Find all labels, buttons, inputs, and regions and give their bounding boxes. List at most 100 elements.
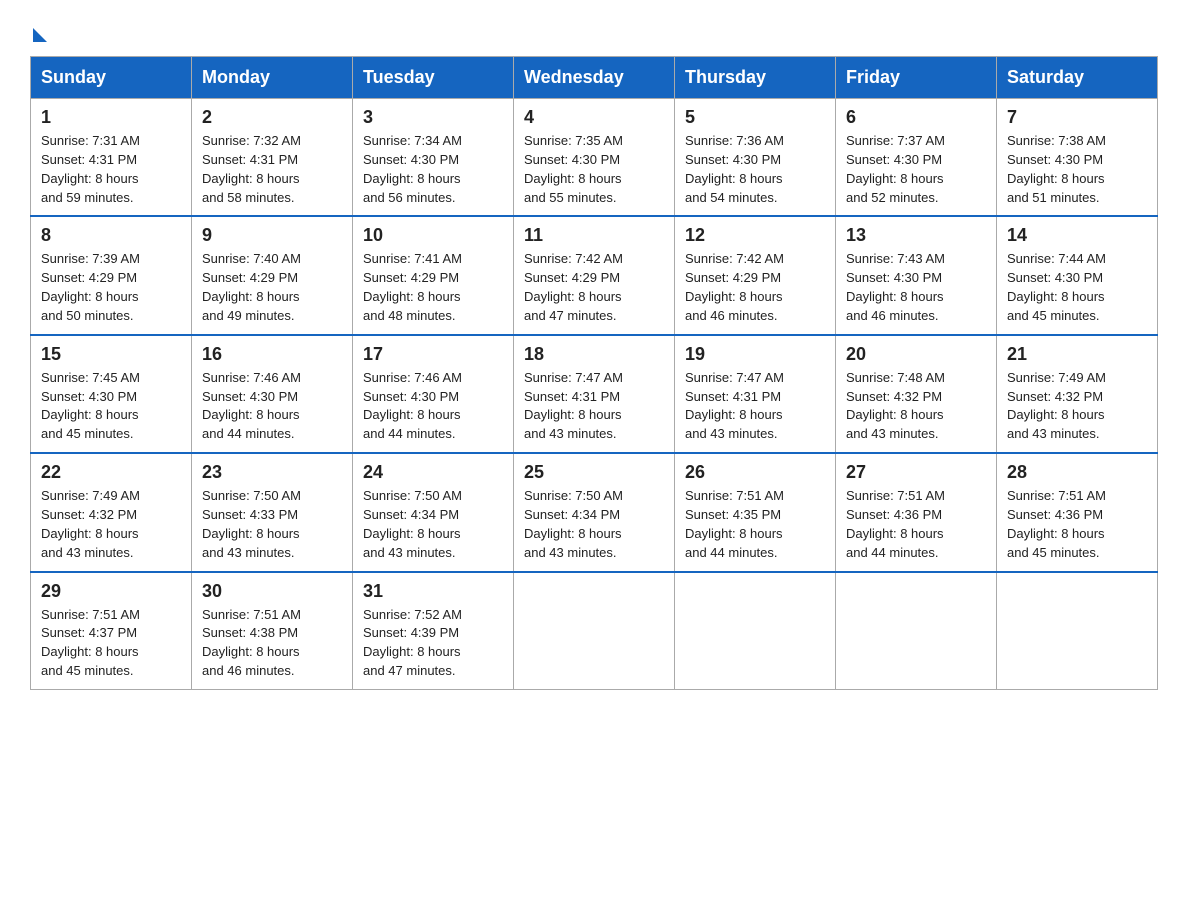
day-number: 8 [41, 225, 181, 246]
calendar-cell: 11 Sunrise: 7:42 AMSunset: 4:29 PMDaylig… [514, 216, 675, 334]
day-info: Sunrise: 7:41 AMSunset: 4:29 PMDaylight:… [363, 250, 503, 325]
calendar-cell: 2 Sunrise: 7:32 AMSunset: 4:31 PMDayligh… [192, 99, 353, 217]
calendar-cell: 31 Sunrise: 7:52 AMSunset: 4:39 PMDaylig… [353, 572, 514, 690]
header-monday: Monday [192, 57, 353, 99]
day-info: Sunrise: 7:50 AMSunset: 4:34 PMDaylight:… [524, 487, 664, 562]
header-wednesday: Wednesday [514, 57, 675, 99]
calendar-cell [997, 572, 1158, 690]
day-number: 10 [363, 225, 503, 246]
calendar-table: Sunday Monday Tuesday Wednesday Thursday… [30, 56, 1158, 690]
day-info: Sunrise: 7:42 AMSunset: 4:29 PMDaylight:… [524, 250, 664, 325]
day-number: 21 [1007, 344, 1147, 365]
day-number: 29 [41, 581, 181, 602]
day-info: Sunrise: 7:47 AMSunset: 4:31 PMDaylight:… [524, 369, 664, 444]
day-number: 26 [685, 462, 825, 483]
day-info: Sunrise: 7:52 AMSunset: 4:39 PMDaylight:… [363, 606, 503, 681]
calendar-cell: 16 Sunrise: 7:46 AMSunset: 4:30 PMDaylig… [192, 335, 353, 453]
day-number: 14 [1007, 225, 1147, 246]
calendar-cell: 4 Sunrise: 7:35 AMSunset: 4:30 PMDayligh… [514, 99, 675, 217]
calendar-cell: 5 Sunrise: 7:36 AMSunset: 4:30 PMDayligh… [675, 99, 836, 217]
day-info: Sunrise: 7:34 AMSunset: 4:30 PMDaylight:… [363, 132, 503, 207]
day-info: Sunrise: 7:51 AMSunset: 4:37 PMDaylight:… [41, 606, 181, 681]
calendar-cell: 21 Sunrise: 7:49 AMSunset: 4:32 PMDaylig… [997, 335, 1158, 453]
calendar-cell: 7 Sunrise: 7:38 AMSunset: 4:30 PMDayligh… [997, 99, 1158, 217]
calendar-cell: 27 Sunrise: 7:51 AMSunset: 4:36 PMDaylig… [836, 453, 997, 571]
calendar-cell: 9 Sunrise: 7:40 AMSunset: 4:29 PMDayligh… [192, 216, 353, 334]
day-number: 31 [363, 581, 503, 602]
day-info: Sunrise: 7:48 AMSunset: 4:32 PMDaylight:… [846, 369, 986, 444]
calendar-week-4: 22 Sunrise: 7:49 AMSunset: 4:32 PMDaylig… [31, 453, 1158, 571]
day-info: Sunrise: 7:50 AMSunset: 4:33 PMDaylight:… [202, 487, 342, 562]
calendar-cell: 15 Sunrise: 7:45 AMSunset: 4:30 PMDaylig… [31, 335, 192, 453]
header-saturday: Saturday [997, 57, 1158, 99]
day-number: 11 [524, 225, 664, 246]
day-number: 27 [846, 462, 986, 483]
day-info: Sunrise: 7:31 AMSunset: 4:31 PMDaylight:… [41, 132, 181, 207]
day-info: Sunrise: 7:35 AMSunset: 4:30 PMDaylight:… [524, 132, 664, 207]
day-info: Sunrise: 7:43 AMSunset: 4:30 PMDaylight:… [846, 250, 986, 325]
day-info: Sunrise: 7:42 AMSunset: 4:29 PMDaylight:… [685, 250, 825, 325]
calendar-cell: 20 Sunrise: 7:48 AMSunset: 4:32 PMDaylig… [836, 335, 997, 453]
day-number: 12 [685, 225, 825, 246]
day-number: 7 [1007, 107, 1147, 128]
calendar-cell: 14 Sunrise: 7:44 AMSunset: 4:30 PMDaylig… [997, 216, 1158, 334]
page-header [30, 20, 1158, 36]
day-info: Sunrise: 7:46 AMSunset: 4:30 PMDaylight:… [202, 369, 342, 444]
logo-arrow-icon [33, 28, 47, 42]
day-number: 6 [846, 107, 986, 128]
calendar-cell: 24 Sunrise: 7:50 AMSunset: 4:34 PMDaylig… [353, 453, 514, 571]
calendar-body: 1 Sunrise: 7:31 AMSunset: 4:31 PMDayligh… [31, 99, 1158, 690]
day-info: Sunrise: 7:51 AMSunset: 4:36 PMDaylight:… [846, 487, 986, 562]
calendar-cell [514, 572, 675, 690]
calendar-cell: 6 Sunrise: 7:37 AMSunset: 4:30 PMDayligh… [836, 99, 997, 217]
calendar-cell: 18 Sunrise: 7:47 AMSunset: 4:31 PMDaylig… [514, 335, 675, 453]
logo [30, 20, 47, 36]
day-info: Sunrise: 7:40 AMSunset: 4:29 PMDaylight:… [202, 250, 342, 325]
header-sunday: Sunday [31, 57, 192, 99]
day-number: 19 [685, 344, 825, 365]
day-info: Sunrise: 7:44 AMSunset: 4:30 PMDaylight:… [1007, 250, 1147, 325]
day-number: 15 [41, 344, 181, 365]
calendar-cell: 10 Sunrise: 7:41 AMSunset: 4:29 PMDaylig… [353, 216, 514, 334]
calendar-cell [675, 572, 836, 690]
header-tuesday: Tuesday [353, 57, 514, 99]
day-info: Sunrise: 7:47 AMSunset: 4:31 PMDaylight:… [685, 369, 825, 444]
day-info: Sunrise: 7:51 AMSunset: 4:38 PMDaylight:… [202, 606, 342, 681]
day-number: 4 [524, 107, 664, 128]
day-number: 20 [846, 344, 986, 365]
day-number: 30 [202, 581, 342, 602]
calendar-week-3: 15 Sunrise: 7:45 AMSunset: 4:30 PMDaylig… [31, 335, 1158, 453]
calendar-header: Sunday Monday Tuesday Wednesday Thursday… [31, 57, 1158, 99]
day-info: Sunrise: 7:45 AMSunset: 4:30 PMDaylight:… [41, 369, 181, 444]
calendar-cell: 29 Sunrise: 7:51 AMSunset: 4:37 PMDaylig… [31, 572, 192, 690]
day-number: 13 [846, 225, 986, 246]
header-thursday: Thursday [675, 57, 836, 99]
calendar-cell: 22 Sunrise: 7:49 AMSunset: 4:32 PMDaylig… [31, 453, 192, 571]
day-info: Sunrise: 7:51 AMSunset: 4:35 PMDaylight:… [685, 487, 825, 562]
day-number: 28 [1007, 462, 1147, 483]
calendar-cell: 8 Sunrise: 7:39 AMSunset: 4:29 PMDayligh… [31, 216, 192, 334]
day-number: 22 [41, 462, 181, 483]
calendar-cell [836, 572, 997, 690]
calendar-cell: 19 Sunrise: 7:47 AMSunset: 4:31 PMDaylig… [675, 335, 836, 453]
day-number: 3 [363, 107, 503, 128]
calendar-cell: 25 Sunrise: 7:50 AMSunset: 4:34 PMDaylig… [514, 453, 675, 571]
header-row: Sunday Monday Tuesday Wednesday Thursday… [31, 57, 1158, 99]
day-number: 23 [202, 462, 342, 483]
day-info: Sunrise: 7:38 AMSunset: 4:30 PMDaylight:… [1007, 132, 1147, 207]
day-info: Sunrise: 7:37 AMSunset: 4:30 PMDaylight:… [846, 132, 986, 207]
calendar-cell: 12 Sunrise: 7:42 AMSunset: 4:29 PMDaylig… [675, 216, 836, 334]
calendar-cell: 1 Sunrise: 7:31 AMSunset: 4:31 PMDayligh… [31, 99, 192, 217]
calendar-cell: 23 Sunrise: 7:50 AMSunset: 4:33 PMDaylig… [192, 453, 353, 571]
calendar-cell: 28 Sunrise: 7:51 AMSunset: 4:36 PMDaylig… [997, 453, 1158, 571]
day-number: 5 [685, 107, 825, 128]
calendar-cell: 3 Sunrise: 7:34 AMSunset: 4:30 PMDayligh… [353, 99, 514, 217]
day-number: 25 [524, 462, 664, 483]
calendar-cell: 30 Sunrise: 7:51 AMSunset: 4:38 PMDaylig… [192, 572, 353, 690]
calendar-week-5: 29 Sunrise: 7:51 AMSunset: 4:37 PMDaylig… [31, 572, 1158, 690]
day-info: Sunrise: 7:51 AMSunset: 4:36 PMDaylight:… [1007, 487, 1147, 562]
calendar-cell: 17 Sunrise: 7:46 AMSunset: 4:30 PMDaylig… [353, 335, 514, 453]
day-info: Sunrise: 7:50 AMSunset: 4:34 PMDaylight:… [363, 487, 503, 562]
day-number: 2 [202, 107, 342, 128]
day-number: 16 [202, 344, 342, 365]
